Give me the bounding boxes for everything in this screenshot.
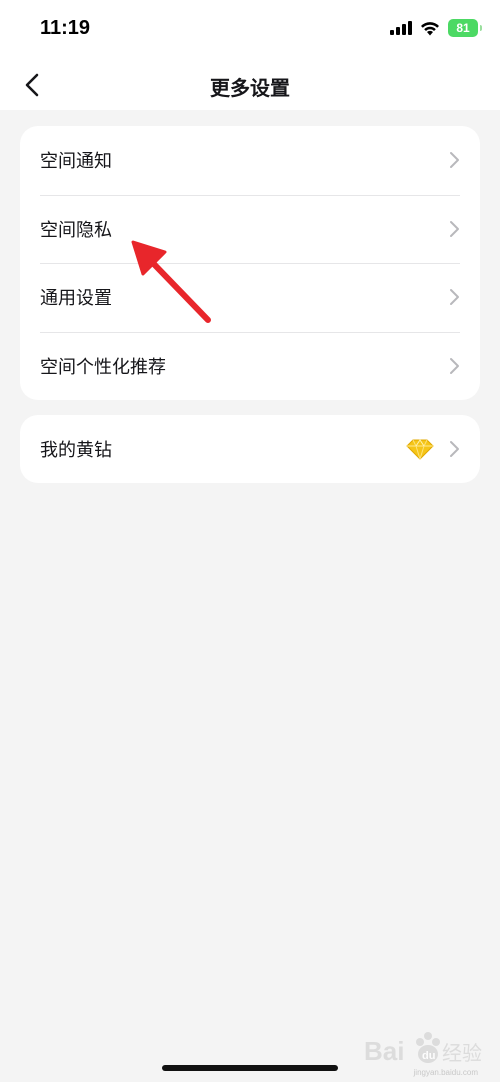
settings-item-label: 空间通知 <box>40 151 112 173</box>
settings-group-main: 空间通知 空间隐私 通用设置 空间个性化推荐 <box>20 126 480 400</box>
settings-item-yellow-diamond[interactable]: 我的黄钻 <box>20 415 480 483</box>
settings-group-vip: 我的黄钻 <box>20 415 480 483</box>
battery-level: 81 <box>456 21 470 35</box>
chevron-right-icon <box>450 152 459 169</box>
status-icons: 81 <box>390 19 482 37</box>
settings-item-general[interactable]: 通用设置 <box>20 263 480 332</box>
cellular-signal-icon <box>390 21 412 35</box>
page-title: 更多设置 <box>210 76 290 100</box>
status-bar: 11:19 81 <box>0 0 500 60</box>
screen: 11:19 81 更多设置 空间通知 空间隐私 通用设置 空间个性化推荐 我的黄… <box>0 0 500 1082</box>
baidu-watermark-logo: Bai du 经验 <box>364 1032 482 1066</box>
svg-text:经验: 经验 <box>442 1041 482 1065</box>
settings-item-label: 空间隐私 <box>40 219 112 241</box>
svg-text:du: du <box>422 1050 435 1062</box>
watermark-url: jingyan.baidu.com <box>413 1068 478 1077</box>
settings-item-label: 空间个性化推荐 <box>40 356 166 378</box>
svg-text:Bai: Bai <box>364 1036 404 1066</box>
yellow-diamond-icon <box>406 439 434 460</box>
chevron-right-icon <box>450 357 459 374</box>
wifi-icon <box>421 21 439 35</box>
chevron-right-icon <box>450 441 459 457</box>
settings-item-space-notification[interactable]: 空间通知 <box>20 126 480 195</box>
settings-item-label: 我的黄钻 <box>40 440 112 461</box>
settings-item-space-privacy[interactable]: 空间隐私 <box>20 194 480 264</box>
settings-item-label: 通用设置 <box>40 288 112 310</box>
home-indicator[interactable] <box>162 1065 338 1071</box>
annotation-arrow-icon <box>131 240 211 323</box>
nav-bar: 更多设置 <box>0 60 500 110</box>
chevron-right-icon <box>450 220 459 237</box>
battery-icon: 81 <box>448 19 482 37</box>
chevron-right-icon <box>450 289 459 306</box>
settings-item-personalized-recommendation[interactable]: 空间个性化推荐 <box>20 331 480 401</box>
status-time: 11:19 <box>40 17 91 39</box>
